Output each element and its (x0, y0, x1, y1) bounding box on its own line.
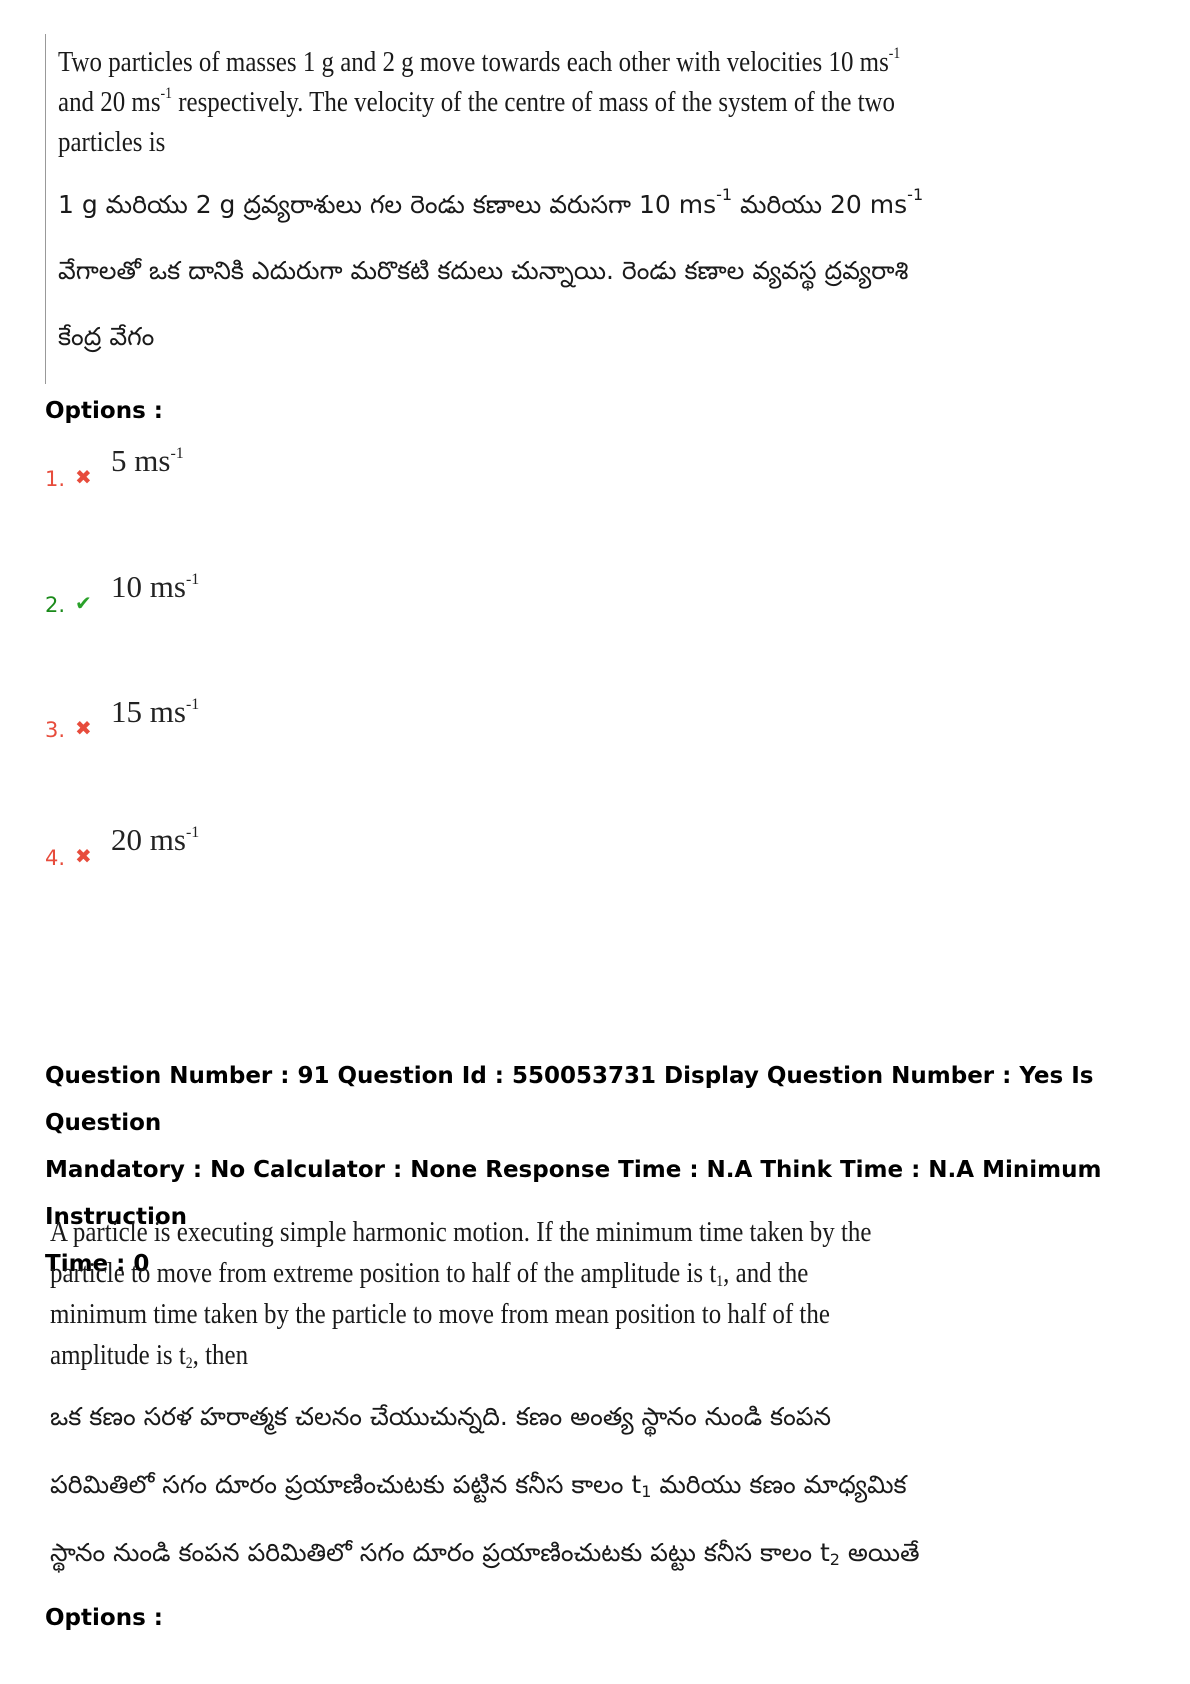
option-number: 2. (45, 593, 66, 617)
option-1: 1. ✖ 5 ms-1 (45, 443, 445, 503)
option-value: 10 ms-1 (111, 569, 199, 605)
question-line: particle to move from extreme position t… (50, 1257, 717, 1289)
option-number: 4. (45, 846, 66, 870)
question-line: , and the (723, 1257, 809, 1289)
subscript: 1 (716, 1273, 724, 1290)
question-line: Two particles of masses 1 g and 2 g move… (58, 46, 889, 78)
superscript: -1 (907, 185, 924, 204)
question-text-telugu-3: కేంద్ర వేగం (58, 322, 155, 351)
option-value: 15 ms-1 (111, 694, 199, 730)
superscript: -1 (185, 696, 200, 713)
question-line: particles is (58, 126, 166, 158)
question-line: పరిమితిలో సగం దూరం ప్రయాణించుటకు పట్టిన … (50, 1470, 642, 1499)
question-line: , then (192, 1339, 249, 1371)
wrong-icon: ✖ (75, 465, 92, 489)
subscript: 2 (185, 1355, 193, 1372)
option-3: 3. ✖ 15 ms-1 (45, 694, 445, 754)
option-4: 4. ✖ 20 ms-1 (45, 822, 445, 882)
question-text-telugu-2: పరిమితిలో సగం దూరం ప్రయాణించుటకు పట్టిన … (50, 1470, 907, 1506)
superscript: -1 (160, 85, 172, 102)
question-line: స్థానం నుండి కంపన పరిమితిలో సగం దూరం ప్ర… (50, 1538, 830, 1567)
question-text-telugu-1: ఒక కణం సరళ హరాత్మక చలనం చేయుచున్నది. కణం… (50, 1402, 832, 1431)
question-text-telugu-2: వేగాలతో ఒక దానికి ఎదురుగా మరొకటి కదులు చ… (58, 256, 909, 285)
subscript: 2 (829, 1550, 840, 1569)
question-line: and 20 ms (58, 86, 161, 118)
option-value: 20 ms-1 (111, 822, 199, 858)
question-line: 1 g మరియు 2 g ద్రవ్యరాశులు గల రెండు కణాల… (58, 190, 717, 219)
option-text: 10 ms (111, 569, 186, 604)
option-text: 20 ms (111, 822, 186, 857)
subscript: 1 (641, 1482, 652, 1501)
question-line: మరియు 20 ms (732, 190, 908, 219)
question-line: అయితే (839, 1538, 920, 1567)
option-value: 5 ms-1 (111, 443, 184, 479)
option-number: 3. (45, 718, 66, 742)
superscript: -1 (170, 445, 184, 462)
option-number: 1. (45, 467, 66, 491)
option-2: 2. ✔ 10 ms-1 (45, 569, 445, 629)
question-line: minimum time taken by the particle to mo… (50, 1298, 830, 1330)
question-text-telugu-3: స్థానం నుండి కంపన పరిమితిలో సగం దూరం ప్ర… (50, 1538, 920, 1574)
superscript: -1 (185, 824, 200, 841)
question-text-english: Two particles of masses 1 g and 2 g move… (58, 42, 918, 162)
option-text: 15 ms (111, 694, 186, 729)
superscript: -1 (716, 185, 733, 204)
wrong-icon: ✖ (75, 844, 92, 868)
options-heading: Options : (45, 1605, 163, 1631)
question-line: respectively. The velocity of the centre… (171, 86, 896, 118)
question-line: A particle is executing simple harmonic … (50, 1216, 872, 1248)
option-text: 5 ms (111, 443, 171, 478)
options-heading: Options : (45, 398, 163, 424)
check-icon: ✔ (75, 591, 92, 615)
question-text-english: A particle is executing simple harmonic … (50, 1212, 910, 1376)
wrong-icon: ✖ (75, 716, 92, 740)
question-line: amplitude is t (50, 1339, 186, 1371)
metadata-line: Question Number : 91 Question Id : 55005… (45, 1063, 1094, 1136)
question-text-telugu-1: 1 g మరియు 2 g ద్రవ్యరాశులు గల రెండు కణాల… (58, 187, 923, 226)
superscript: -1 (888, 45, 901, 62)
superscript: -1 (185, 571, 200, 588)
question-line: మరియు కణం మాధ్యమిక (651, 1470, 907, 1499)
question-image: Two particles of masses 1 g and 2 g move… (45, 34, 925, 384)
